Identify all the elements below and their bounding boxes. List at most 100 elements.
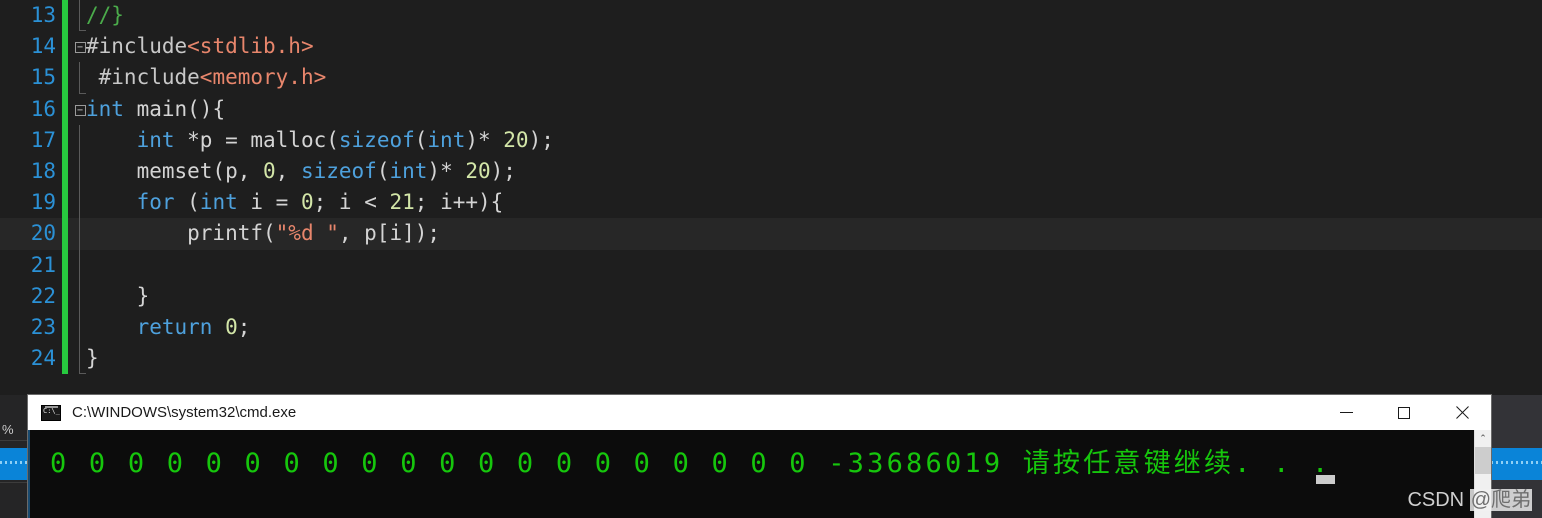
background-progress-bar-left <box>0 448 28 480</box>
code-token: "%d " <box>275 221 339 246</box>
console-title-bar[interactable]: C:\WINDOWS\system32\cmd.exe <box>28 395 1491 430</box>
code-token: <stdlib.h> <box>187 34 314 59</box>
code-token: 20 <box>503 127 529 152</box>
code-line[interactable]: 18 memset(p, 0, sizeof(int)* 20); <box>0 155 1542 188</box>
maximize-button[interactable] <box>1375 395 1433 430</box>
line-change-indicator <box>62 0 68 32</box>
scroll-up-icon[interactable]: ⌃ <box>1475 430 1491 447</box>
line-change-indicator <box>62 31 68 63</box>
indent-guide <box>79 124 80 156</box>
close-button[interactable] <box>1433 395 1491 430</box>
code-text: int main(){ <box>86 94 225 125</box>
code-token: i = <box>237 190 301 215</box>
code-text: #include<stdlib.h> <box>86 31 314 62</box>
code-editor[interactable]: 13//} 14− #include<stdlib.h> 15 #include<me… <box>0 0 1542 395</box>
watermark-brand: CSDN <box>1407 489 1465 511</box>
console-output-area[interactable]: 0 0 0 0 0 0 0 0 0 0 0 0 0 0 0 0 0 0 0 0 … <box>28 430 1491 518</box>
minimize-icon <box>1339 412 1353 413</box>
line-change-indicator <box>62 311 68 344</box>
code-token: ; i < <box>313 190 390 215</box>
line-number: 23 <box>30 314 56 339</box>
line-number: 17 <box>30 127 56 152</box>
code-token: int <box>136 127 175 152</box>
code-line[interactable]: 22 } <box>0 280 1542 312</box>
line-number: 22 <box>30 283 56 308</box>
code-token: int <box>389 158 428 183</box>
cmd-icon <box>41 404 61 421</box>
code-text: memset(p, 0, sizeof(int)* 20); <box>86 156 516 187</box>
code-token: #include <box>86 65 200 90</box>
screenshot-root: % 13//} 14− #include<stdlib.h> 15 #include<… <box>0 0 1542 518</box>
indent-guide-end <box>79 0 86 32</box>
code-token: , p[i]); <box>338 221 441 246</box>
code-line[interactable]: 23 return 0; <box>0 311 1542 344</box>
line-number: 20 <box>30 221 56 246</box>
indent-guide <box>79 249 80 281</box>
indent-guide <box>79 187 80 219</box>
background-divider-left-bottom <box>0 482 28 483</box>
code-line[interactable]: 24} <box>0 343 1542 375</box>
code-token: 0 <box>225 314 238 339</box>
code-token: sizeof <box>300 158 377 183</box>
code-line[interactable]: 14− #include<stdlib.h> <box>0 31 1542 63</box>
code-token: ; <box>237 314 251 339</box>
scrollbar-thumb[interactable] <box>1475 447 1491 474</box>
code-text: int *p = malloc(sizeof(int)* 20); <box>86 125 554 156</box>
code-token: int <box>199 190 238 215</box>
console-cursor <box>1316 475 1335 484</box>
line-number: 14 <box>30 34 56 59</box>
code-token: ; i++){ <box>414 190 504 215</box>
line-number: 18 <box>30 158 56 183</box>
code-token: 0 <box>300 190 314 215</box>
code-token: } <box>86 346 99 371</box>
code-token: 20 <box>465 158 491 183</box>
code-token: ); <box>490 158 516 183</box>
console-output-text: 0 0 0 0 0 0 0 0 0 0 0 0 0 0 0 0 0 0 0 0 … <box>50 448 1332 479</box>
line-change-indicator <box>62 249 68 281</box>
indent-guide <box>79 155 80 188</box>
code-token: } <box>86 283 150 308</box>
code-token: ( <box>414 127 428 152</box>
line-change-indicator <box>62 187 68 219</box>
code-line[interactable]: 21 <box>0 249 1542 281</box>
code-line[interactable]: 20 printf("%d ", p[i]); <box>0 218 1542 250</box>
code-line[interactable]: 17 int *p = malloc(sizeof(int)* 20); <box>0 124 1542 156</box>
background-progress-bar-right <box>1491 448 1542 480</box>
line-number: 24 <box>30 346 56 371</box>
line-change-indicator <box>62 62 68 94</box>
code-line[interactable]: 13 //} <box>0 0 1542 32</box>
line-change-indicator <box>62 218 68 250</box>
code-token: memset(p, <box>86 158 264 183</box>
cmd-console-window[interactable]: C:\WINDOWS\system32\cmd.exe 0 0 0 0 0 0 … <box>28 395 1491 518</box>
minimize-button[interactable] <box>1317 395 1375 430</box>
code-token: main(){ <box>123 96 226 121</box>
code-line[interactable]: 19 for (int i = 0; i < 21; i++){ <box>0 187 1542 219</box>
code-token: int <box>427 127 466 152</box>
percent-label: % <box>2 422 14 437</box>
code-line[interactable]: 16− int main(){ <box>0 93 1542 125</box>
code-token: , <box>275 158 301 183</box>
console-title-text: C:\WINDOWS\system32\cmd.exe <box>72 404 297 421</box>
code-token: <memory.h> <box>199 65 327 90</box>
code-token: printf( <box>86 221 276 246</box>
line-change-indicator <box>62 155 68 188</box>
code-line[interactable]: 15 #include<memory.h> <box>0 62 1542 94</box>
code-token: ( <box>174 190 200 215</box>
code-token: )* <box>465 127 504 152</box>
indent-guide <box>79 218 80 250</box>
line-number: 13 <box>30 3 56 27</box>
close-icon <box>1455 406 1469 420</box>
code-token: ); <box>528 127 554 152</box>
line-number: 16 <box>30 96 56 121</box>
code-token: sizeof <box>338 127 415 152</box>
code-token: return <box>136 314 213 339</box>
code-text: } <box>86 281 150 312</box>
line-change-indicator <box>62 280 68 312</box>
watermark: CSDN @爬弟 <box>1407 483 1532 512</box>
code-text: printf("%d ", p[i]); <box>86 218 440 249</box>
code-text: } <box>86 343 99 374</box>
code-text: return 0; <box>86 312 251 343</box>
